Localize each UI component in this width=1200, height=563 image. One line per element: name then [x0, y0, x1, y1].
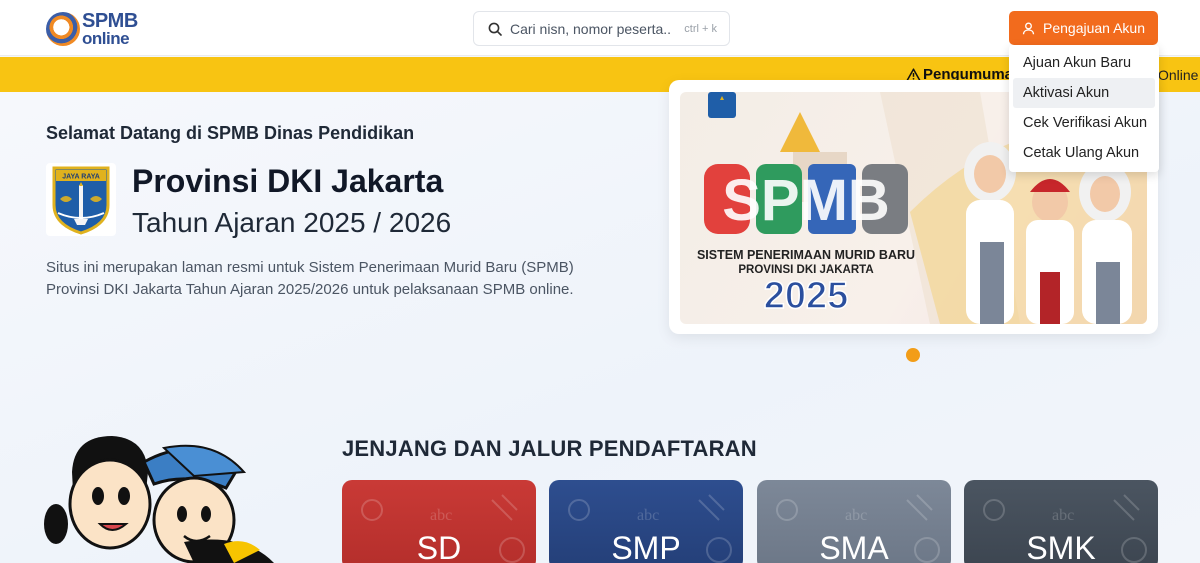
emblem-motto: JAYA RAYA [62, 173, 100, 180]
logo-mark-icon [46, 12, 80, 46]
search-icon [488, 22, 502, 36]
account-request-label: Pengajuan Akun [1043, 20, 1145, 36]
svg-text:abc: abc [430, 507, 452, 524]
logo-title: SPMB [82, 10, 138, 32]
account-request-button[interactable]: Pengajuan Akun [1009, 11, 1158, 45]
user-icon [1022, 22, 1035, 34]
welcome-heading: Selamat Datang di SPMB Dinas Pendidikan [46, 123, 415, 143]
banner-logo-letters: SPMB [704, 164, 908, 234]
mascot-illustration [44, 436, 274, 563]
level-card-smp[interactable]: abc SMP [549, 480, 743, 563]
academic-year: Tahun Ajaran 2025 / 2026 [132, 207, 452, 238]
level-card-smk[interactable]: abc SMK [964, 480, 1158, 563]
search-shortcut-hint: ctrl + k [684, 22, 717, 35]
svg-text:abc: abc [845, 507, 867, 524]
svg-text:abc: abc [637, 507, 659, 524]
logo-subtitle: online [82, 29, 130, 48]
dropdown-item-activate-account[interactable]: Aktivasi Akun [1013, 78, 1155, 108]
level-card-sma[interactable]: abc SMA [757, 480, 951, 563]
search-box[interactable]: ctrl + k [473, 11, 730, 46]
logo-text: SPMB online [82, 11, 138, 47]
level-card-sd[interactable]: abc SD [342, 480, 536, 563]
announcement-text: Online [1158, 67, 1199, 83]
jakarta-emblem: JAYA RAYA [46, 163, 116, 236]
level-label-sma: SMA [819, 530, 889, 563]
section-title: JENJANG DAN JALUR PENDAFTARAN [342, 436, 757, 461]
dropdown-item-check-verification[interactable]: Cek Verifikasi Akun [1013, 108, 1155, 138]
jakarta-emblem-icon: JAYA RAYA [52, 166, 110, 235]
level-label-sd: SD [416, 530, 462, 563]
svg-text:abc: abc [1052, 507, 1074, 524]
level-label-smk: SMK [1026, 530, 1096, 563]
carousel-indicator[interactable] [906, 348, 920, 362]
dropdown-item-new-account[interactable]: Ajuan Akun Baru [1013, 48, 1155, 78]
level-label-smp: SMP [611, 530, 681, 563]
province-title: Provinsi DKI Jakarta [132, 163, 444, 199]
banner-year: 2025 [764, 275, 849, 317]
banner-logo-text: SPMB [722, 168, 890, 233]
banner-line-1: SISTEM PENERIMAAN MURID BARU [697, 248, 915, 262]
site-logo[interactable]: SPMB online [46, 10, 146, 48]
search-input[interactable] [510, 20, 670, 37]
dropdown-item-reprint-account[interactable]: Cetak Ulang Akun [1013, 138, 1155, 168]
hero-description: Situs ini merupakan laman resmi untuk Si… [46, 259, 574, 298]
account-dropdown-menu: Ajuan Akun Baru Aktivasi Akun Cek Verifi… [1009, 45, 1159, 172]
